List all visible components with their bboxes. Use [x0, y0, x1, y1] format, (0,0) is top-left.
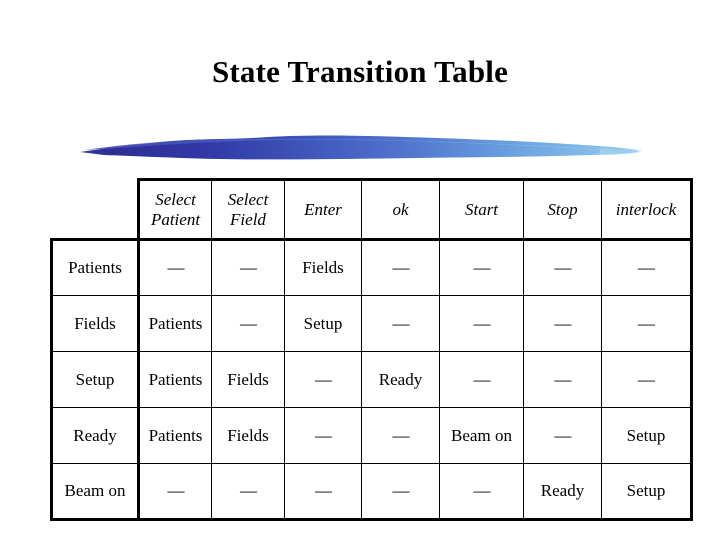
cell-beam-on-interlock: Setup	[601, 463, 693, 521]
cell-patients-enter: Fields	[284, 238, 362, 296]
cell-fields-select-patient: Patients	[138, 295, 212, 352]
state-transition-table: Select Patient Select Field Enter ok Sta…	[50, 178, 693, 521]
cell-fields-interlock: —	[601, 295, 693, 352]
column-header-ok: ok	[361, 178, 440, 241]
cell-setup-interlock: —	[601, 351, 693, 408]
row-header-beam-on: Beam on	[50, 463, 140, 521]
row-header-setup: Setup	[50, 351, 140, 408]
cell-patients-select-field: —	[211, 238, 285, 296]
table-row: Beam on — — — — — Ready Setup	[50, 463, 693, 521]
cell-ready-select-field: Fields	[211, 407, 285, 464]
cell-patients-interlock: —	[601, 238, 693, 296]
cell-beam-on-ok: —	[361, 463, 440, 521]
brush-stroke-divider	[78, 126, 644, 166]
cell-ready-start: Beam on	[439, 407, 524, 464]
table-header-row: Select Patient Select Field Enter ok Sta…	[52, 178, 693, 241]
cell-patients-start: —	[439, 238, 524, 296]
cell-setup-ok: Ready	[361, 351, 440, 408]
cell-setup-stop: —	[523, 351, 602, 408]
table-row: Fields Patients — Setup — — — —	[50, 295, 693, 352]
cell-beam-on-select-field: —	[211, 463, 285, 521]
cell-ready-ok: —	[361, 407, 440, 464]
column-header-enter: Enter	[284, 178, 362, 241]
page-title: State Transition Table	[211, 54, 509, 89]
row-header-patients: Patients	[50, 238, 140, 296]
cell-patients-ok: —	[361, 238, 440, 296]
table-row: Ready Patients Fields — — Beam on — Setu…	[50, 407, 693, 464]
cell-setup-enter: —	[284, 351, 362, 408]
cell-beam-on-select-patient: —	[138, 463, 212, 521]
cell-beam-on-stop: Ready	[523, 463, 602, 521]
cell-patients-select-patient: —	[138, 238, 212, 296]
column-header-select-patient: Select Patient	[137, 178, 212, 241]
cell-fields-enter: Setup	[284, 295, 362, 352]
column-header-stop: Stop	[523, 178, 602, 241]
cell-setup-select-patient: Patients	[138, 351, 212, 408]
cell-ready-interlock: Setup	[601, 407, 693, 464]
cell-patients-stop: —	[523, 238, 602, 296]
cell-fields-select-field: —	[211, 295, 285, 352]
cell-beam-on-start: —	[439, 463, 524, 521]
cell-setup-select-field: Fields	[211, 351, 285, 408]
cell-beam-on-enter: —	[284, 463, 362, 521]
table-row: Setup Patients Fields — Ready — — —	[50, 351, 693, 408]
cell-ready-enter: —	[284, 407, 362, 464]
slide-canvas: State Transition Table Select Patient Se…	[0, 0, 720, 540]
cell-fields-ok: —	[361, 295, 440, 352]
table-row: Patients — — Fields — — — —	[50, 238, 693, 296]
cell-setup-start: —	[439, 351, 524, 408]
column-header-interlock: interlock	[601, 178, 693, 241]
row-header-ready: Ready	[50, 407, 140, 464]
cell-fields-start: —	[439, 295, 524, 352]
table-corner-cell	[52, 180, 139, 240]
column-header-select-field: Select Field	[211, 178, 285, 241]
column-header-start: Start	[439, 178, 524, 241]
cell-fields-stop: —	[523, 295, 602, 352]
cell-ready-select-patient: Patients	[138, 407, 212, 464]
cell-ready-stop: —	[523, 407, 602, 464]
row-header-fields: Fields	[50, 295, 140, 352]
